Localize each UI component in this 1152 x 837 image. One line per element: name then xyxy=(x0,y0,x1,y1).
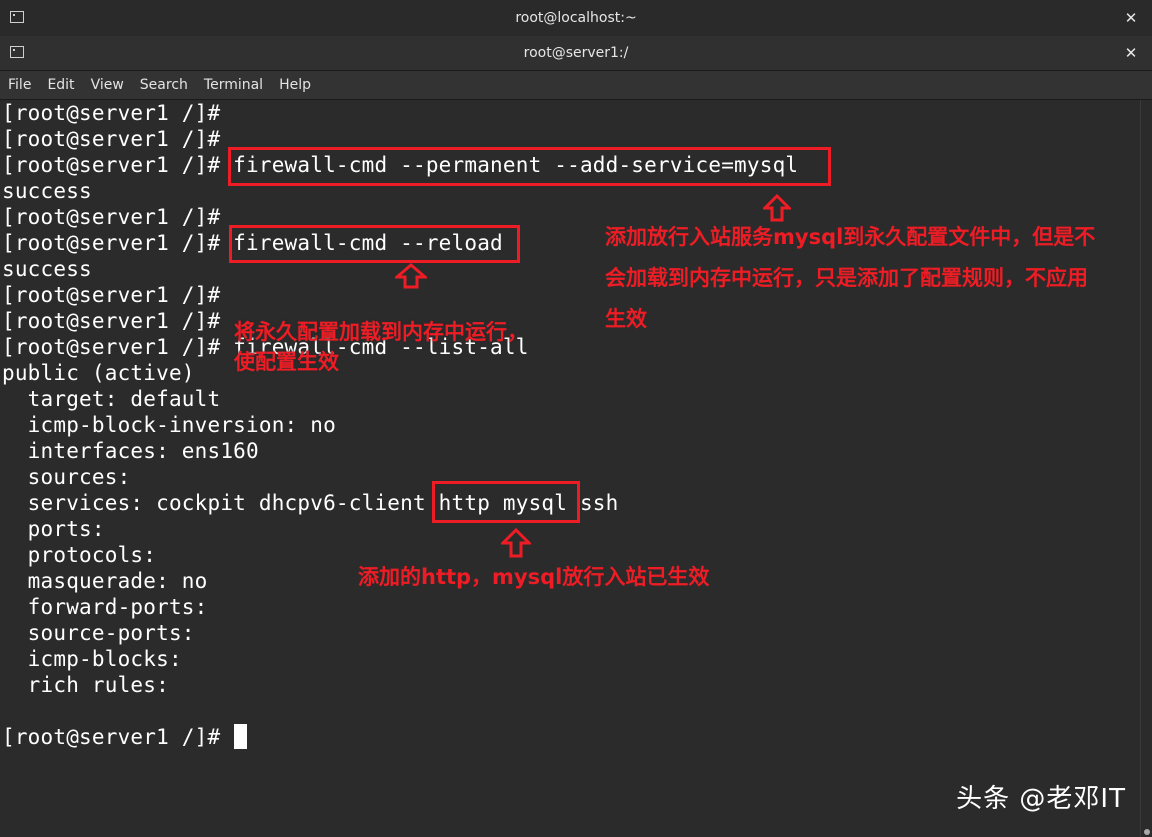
terminal-line: [root@server1 /]# xyxy=(2,283,221,307)
terminal-prompt-line: [root@server1 /]# xyxy=(2,725,234,749)
menu-edit[interactable]: Edit xyxy=(47,77,74,93)
terminal-line: icmp-block-inversion: no xyxy=(2,413,336,437)
menu-help[interactable]: Help xyxy=(279,77,311,93)
terminal-output[interactable]: [root@server1 /]# [root@server1 /]# [roo… xyxy=(0,100,1140,837)
highlight-permanent-command xyxy=(228,147,831,186)
outer-window-titlebar[interactable]: root@localhost:~ ✕ xyxy=(0,0,1152,37)
highlight-services-http-mysql xyxy=(432,481,580,523)
terminal-line: success xyxy=(2,257,92,281)
annotation-reload-line: 将永久配置加载到内存中运行， xyxy=(234,320,528,344)
annotation-services: 添加的http，mysql放行入站已生效 xyxy=(358,565,710,589)
menu-bar: File Edit View Search Terminal Help xyxy=(0,71,1152,100)
terminal-line: protocols: xyxy=(2,543,157,567)
terminal-line: ports: xyxy=(2,517,105,541)
terminal-icon xyxy=(10,11,24,23)
terminal-icon xyxy=(10,46,24,58)
inner-window-titlebar[interactable]: root@server1:/ ✕ xyxy=(0,36,1152,71)
annotation-permanent-line: 生效 xyxy=(605,307,647,331)
inner-window-title: root@server1:/ xyxy=(523,45,629,61)
menu-search[interactable]: Search xyxy=(140,77,188,93)
annotation-permanent: 添加放行入站服务mysql到永久配置文件中，但是不 会加载到内存中运行，只是添加… xyxy=(605,217,1095,340)
terminal-line: icmp-blocks: xyxy=(2,647,182,671)
outer-window-title: root@localhost:~ xyxy=(515,10,637,26)
terminal-line: [root@server1 /]# xyxy=(2,309,221,333)
menu-view[interactable]: View xyxy=(91,77,124,93)
up-arrow-icon xyxy=(501,528,531,558)
outer-close-button[interactable]: ✕ xyxy=(1122,9,1140,27)
annotation-reload-line: 使配置生效 xyxy=(234,350,339,374)
terminal-line: masquerade: no xyxy=(2,569,208,593)
scrollbar-thumb[interactable] xyxy=(1144,829,1150,835)
annotation-reload: 将永久配置加载到内存中运行， 使配置生效 xyxy=(234,317,528,377)
terminal-cursor xyxy=(234,724,247,749)
menu-terminal[interactable]: Terminal xyxy=(204,77,263,93)
terminal-line: [root@server1 /]# xyxy=(2,205,221,229)
terminal-line: interfaces: ens160 xyxy=(2,439,259,463)
annotation-permanent-line: 会加载到内存中运行，只是添加了配置规则，不应用 xyxy=(605,266,1088,290)
terminal-line: source-ports: xyxy=(2,621,195,645)
annotation-permanent-line: 添加放行入站服务mysql到永久配置文件中，但是不 xyxy=(605,225,1096,249)
up-arrow-icon xyxy=(395,263,427,289)
highlight-reload-command xyxy=(229,225,520,263)
inner-close-button[interactable]: ✕ xyxy=(1122,44,1140,62)
terminal-line: rich rules: xyxy=(2,673,169,697)
menu-file[interactable]: File xyxy=(8,77,31,93)
terminal-line: success xyxy=(2,179,92,203)
terminal-line: public (active) xyxy=(2,361,195,385)
terminal-line: forward-ports: xyxy=(2,595,208,619)
terminal-line: sources: xyxy=(2,465,131,489)
terminal-line: [root@server1 /]# xyxy=(2,101,221,125)
terminal-line: [root@server1 /]# xyxy=(2,127,221,151)
scrollbar[interactable] xyxy=(1140,100,1152,837)
watermark: 头条 @老邓IT xyxy=(956,784,1126,814)
terminal-line: target: default xyxy=(2,387,221,411)
